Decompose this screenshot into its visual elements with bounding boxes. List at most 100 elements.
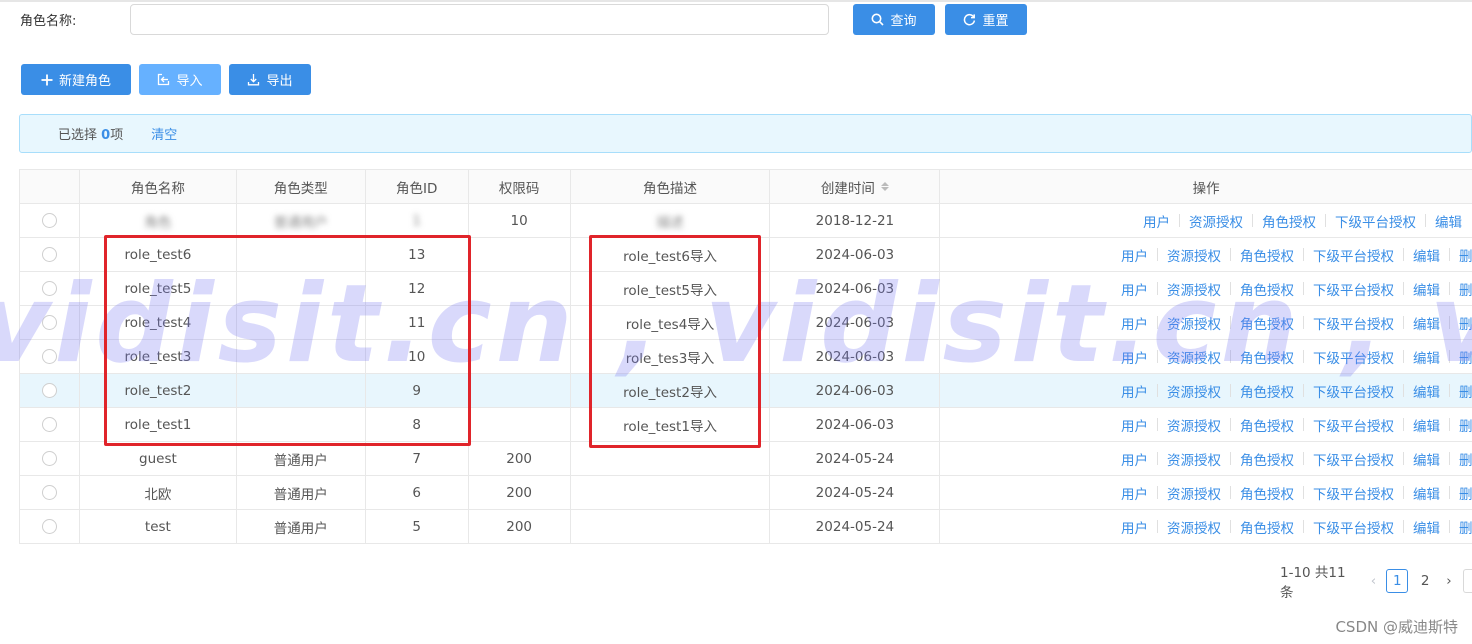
role-auth-link[interactable]: 角色授权	[1240, 449, 1294, 469]
edit-link[interactable]: 编辑	[1413, 415, 1440, 435]
table-row[interactable]: role_test2 9 role_test2导入 2024-06-03 用户 资源授权角…	[20, 374, 1472, 408]
table-row[interactable]: role_test3 10 role_tes3导入 2024-06-03 用户 资源授权角…	[20, 340, 1472, 374]
sub-platform-auth-link[interactable]: 下级平台授权	[1313, 313, 1394, 333]
row-select-radio[interactable]	[20, 272, 80, 305]
radio-icon[interactable]	[41, 519, 57, 534]
clear-selection-link[interactable]: 清空	[151, 124, 177, 143]
edit-link[interactable]: 编辑	[1413, 449, 1440, 469]
role-auth-link[interactable]: 角色授权	[1240, 517, 1294, 537]
delete-link[interactable]: 删除	[1459, 381, 1472, 401]
resource-auth-link[interactable]: 资源授权	[1167, 245, 1221, 265]
radio-icon[interactable]	[41, 315, 57, 330]
role-name-search-input[interactable]	[130, 4, 829, 35]
page-jump-input[interactable]	[1462, 569, 1472, 593]
delete-link[interactable]: 删除	[1459, 483, 1472, 503]
radio-icon[interactable]	[41, 247, 57, 262]
delete-link[interactable]: 删除	[1459, 449, 1472, 469]
role-auth-link[interactable]: 角色授权	[1240, 381, 1294, 401]
radio-icon[interactable]	[41, 349, 57, 364]
sub-platform-auth-link[interactable]: 下级平台授权	[1313, 245, 1394, 265]
users-link[interactable]: 用户	[1121, 517, 1148, 537]
table-row[interactable]: role_test6 13 role_test6导入 2024-06-03 用户 资源授权…	[20, 238, 1472, 272]
row-select-radio[interactable]	[20, 204, 80, 237]
sub-platform-auth-link[interactable]: 下级平台授权	[1335, 211, 1416, 231]
role-auth-link[interactable]: 角色授权	[1240, 347, 1294, 367]
sub-platform-auth-link[interactable]: 下级平台授权	[1313, 483, 1394, 503]
table-row[interactable]: role_test4 11 role_tes4导入 2024-06-03 用户 资源授权角…	[20, 306, 1472, 340]
role-auth-link[interactable]: 角色授权	[1240, 245, 1294, 265]
users-link[interactable]: 用户	[1121, 347, 1148, 367]
row-select-radio[interactable]	[20, 442, 80, 475]
table-row[interactable]: 角色 普通用户 1 10 描述 2018-12-21 用户 资源授权 角色授权 下级平台授权 编辑	[20, 204, 1472, 238]
radio-icon[interactable]	[41, 213, 57, 228]
query-button[interactable]: 查询	[853, 4, 935, 35]
sub-platform-auth-link[interactable]: 下级平台授权	[1313, 517, 1394, 537]
table-row[interactable]: role_test1 8 role_test1导入 2024-06-03 用户 资源授权角…	[20, 408, 1472, 442]
radio-icon[interactable]	[41, 383, 57, 398]
delete-link[interactable]: 删除	[1459, 415, 1472, 435]
users-link[interactable]: 用户	[1121, 313, 1148, 333]
sub-platform-auth-link[interactable]: 下级平台授权	[1313, 415, 1394, 435]
edit-link[interactable]: 编辑	[1413, 245, 1440, 265]
edit-link[interactable]: 编辑	[1413, 483, 1440, 503]
table-row[interactable]: guest 普通用户 7 200 2024-05-24 用户 资源授权 角色授权 下级平台授权编…	[20, 442, 1472, 476]
radio-icon[interactable]	[41, 417, 57, 432]
resource-auth-link[interactable]: 资源授权	[1167, 313, 1221, 333]
table-row[interactable]: role_test5 12 role_test5导入 2024-06-03 用户 资源授权…	[20, 272, 1472, 306]
resource-auth-link[interactable]: 资源授权	[1167, 483, 1221, 503]
row-select-radio[interactable]	[20, 476, 80, 509]
row-select-radio[interactable]	[20, 340, 80, 373]
header-created-time[interactable]: 创建时间	[770, 170, 941, 203]
edit-link[interactable]: 编辑	[1413, 381, 1440, 401]
table-row[interactable]: 北欧 普通用户 6 200 2024-05-24 用户资源授权角色授权下级平台授权编辑删除	[20, 476, 1472, 510]
delete-link[interactable]: 删除	[1459, 313, 1472, 333]
users-link[interactable]: 用户	[1121, 483, 1148, 503]
edit-link[interactable]: 编辑	[1413, 517, 1440, 537]
resource-auth-link[interactable]: 资源授权	[1189, 211, 1243, 231]
table-row[interactable]: test 普通用户 5 200 2024-05-24 用户 资源授权 角色授权 下级平台授权 编辑…	[20, 510, 1472, 544]
sort-icon[interactable]	[880, 182, 889, 191]
row-select-radio[interactable]	[20, 510, 80, 543]
resource-auth-link[interactable]: 资源授权	[1167, 381, 1221, 401]
delete-link[interactable]: 删除	[1459, 245, 1472, 265]
users-link[interactable]: 用户	[1143, 211, 1170, 231]
page-2-button[interactable]: 2	[1414, 569, 1436, 593]
users-link[interactable]: 用户	[1121, 279, 1148, 299]
sub-platform-auth-link[interactable]: 下级平台授权	[1313, 381, 1394, 401]
role-auth-link[interactable]: 角色授权	[1240, 483, 1294, 503]
delete-link[interactable]: 删除	[1459, 279, 1472, 299]
edit-link[interactable]: 编辑	[1413, 347, 1440, 367]
edit-link[interactable]: 编辑	[1413, 279, 1440, 299]
next-page-button[interactable]: ›	[1439, 573, 1459, 589]
role-auth-link[interactable]: 角色授权	[1240, 415, 1294, 435]
role-auth-link[interactable]: 角色授权	[1262, 211, 1316, 231]
delete-link[interactable]: 删除	[1459, 517, 1472, 537]
users-link[interactable]: 用户	[1121, 449, 1148, 469]
sub-platform-auth-link[interactable]: 下级平台授权	[1313, 347, 1394, 367]
role-auth-link[interactable]: 角色授权	[1240, 279, 1294, 299]
delete-link[interactable]: 删除	[1459, 347, 1472, 367]
import-button[interactable]: 导入	[139, 64, 221, 95]
resource-auth-link[interactable]: 资源授权	[1167, 449, 1221, 469]
prev-page-button[interactable]: ‹	[1364, 573, 1384, 589]
users-link[interactable]: 用户	[1121, 381, 1148, 401]
export-button[interactable]: 导出	[229, 64, 311, 95]
role-auth-link[interactable]: 角色授权	[1240, 313, 1294, 333]
radio-icon[interactable]	[41, 451, 57, 466]
row-select-radio[interactable]	[20, 238, 80, 271]
row-select-radio[interactable]	[20, 374, 80, 407]
edit-link[interactable]: 编辑	[1413, 313, 1440, 333]
sub-platform-auth-link[interactable]: 下级平台授权	[1313, 279, 1394, 299]
resource-auth-link[interactable]: 资源授权	[1167, 279, 1221, 299]
new-role-button[interactable]: 新建角色	[21, 64, 131, 95]
edit-link[interactable]: 编辑	[1435, 211, 1462, 231]
sub-platform-auth-link[interactable]: 下级平台授权	[1313, 449, 1394, 469]
resource-auth-link[interactable]: 资源授权	[1167, 517, 1221, 537]
radio-icon[interactable]	[41, 281, 57, 296]
row-select-radio[interactable]	[20, 408, 80, 441]
users-link[interactable]: 用户	[1121, 245, 1148, 265]
resource-auth-link[interactable]: 资源授权	[1167, 415, 1221, 435]
row-select-radio[interactable]	[20, 306, 80, 339]
page-1-button[interactable]: 1	[1386, 569, 1409, 593]
radio-icon[interactable]	[41, 485, 57, 500]
